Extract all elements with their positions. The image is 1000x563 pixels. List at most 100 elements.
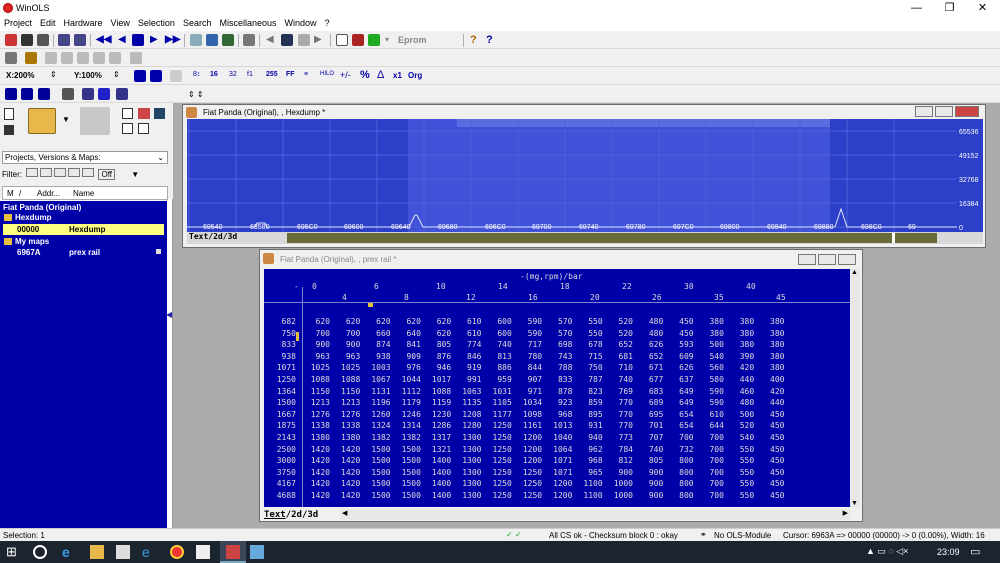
map-cell[interactable]: 787	[577, 375, 602, 384]
map-cell[interactable]: 698	[546, 340, 572, 349]
map-cell[interactable]: 844	[516, 363, 542, 372]
map-cell[interactable]: 1420	[304, 479, 330, 488]
map-cell[interactable]: 1150	[304, 387, 330, 396]
prev-icon[interactable]: ◀	[118, 34, 130, 46]
map-cell[interactable]: 959	[486, 375, 511, 384]
map-cell[interactable]: 968	[577, 456, 602, 465]
map-cell[interactable]: 677	[637, 375, 663, 384]
map-cell[interactable]: 440	[728, 375, 754, 384]
map-cell[interactable]: 769	[607, 387, 633, 396]
map-cell[interactable]: 550	[728, 468, 754, 477]
map-cell[interactable]: 707	[637, 433, 663, 442]
map-cell[interactable]: 965	[577, 468, 602, 477]
save-icon[interactable]	[4, 125, 14, 135]
map-cell[interactable]: 620	[304, 317, 330, 326]
list-icon[interactable]	[190, 34, 202, 46]
ff-label[interactable]: FF	[286, 71, 295, 78]
map-cell[interactable]: 700	[698, 491, 723, 500]
map-cell[interactable]: 480	[637, 329, 663, 338]
map-cell[interactable]: 600	[486, 317, 511, 326]
map-cell[interactable]: 620	[425, 317, 451, 326]
map-cell[interactable]: 1230	[425, 410, 451, 419]
hilo-icon[interactable]: HILO	[320, 71, 334, 77]
map-close-button[interactable]	[838, 254, 856, 265]
map-cell[interactable]: 1500	[365, 479, 390, 488]
map-cell[interactable]: 710	[607, 363, 633, 372]
map-cell[interactable]: 1300	[456, 479, 481, 488]
map-cell[interactable]: 1067	[365, 375, 390, 384]
map-cell[interactable]: 895	[577, 410, 602, 419]
map-cell[interactable]: 900	[637, 479, 663, 488]
map-cell[interactable]: 700	[698, 433, 723, 442]
map-cell[interactable]: 1500	[365, 491, 390, 500]
map-cell[interactable]: 1276	[334, 410, 360, 419]
find-icon[interactable]	[206, 34, 218, 46]
map-cell[interactable]: 1382	[365, 433, 390, 442]
windows-start-icon[interactable]: ⊞	[6, 545, 20, 559]
arrow1-icon[interactable]	[45, 52, 57, 64]
map-cell[interactable]: 1159	[425, 398, 451, 407]
map-cell[interactable]: 683	[637, 387, 663, 396]
close-button[interactable]: ✕	[966, 0, 999, 16]
map-cell[interactable]: 900	[607, 468, 633, 477]
map-cell[interactable]: 968	[546, 410, 572, 419]
map-vertical-scrollbar[interactable]: ▲ ▼	[850, 269, 860, 507]
hex-icon[interactable]: ≡	[304, 71, 308, 78]
map-cell[interactable]: 1177	[486, 410, 512, 419]
map-cell[interactable]: 1420	[334, 456, 360, 465]
scroll-up-icon[interactable]: ▲	[851, 269, 858, 276]
map-cell[interactable]: 671	[637, 363, 663, 372]
view3-icon[interactable]	[170, 70, 182, 82]
hex-tab-text[interactable]: Text	[189, 232, 208, 241]
map-cell[interactable]: 1013	[546, 421, 572, 430]
spinner-icon[interactable]: ⇕ ⇕	[188, 90, 204, 99]
tree-item-map-name[interactable]: prex rail	[69, 248, 100, 257]
forward-icon[interactable]: ▶	[314, 34, 326, 46]
map-cell[interactable]: 1098	[516, 410, 542, 419]
filter-off-toggle[interactable]: Off	[98, 169, 115, 180]
map-cell[interactable]: 1208	[456, 410, 481, 419]
map-cell[interactable]: 900	[304, 340, 330, 349]
first-icon[interactable]: ◀◀	[96, 34, 111, 46]
map-cell[interactable]: 590	[516, 317, 542, 326]
map-cell[interactable]: 963	[304, 352, 330, 361]
tree-col-m[interactable]: M	[7, 189, 14, 198]
map-cell[interactable]: 1400	[425, 456, 451, 465]
tree-item-map-addr[interactable]: 6967A	[17, 248, 41, 257]
map-cell[interactable]: 1063	[456, 387, 481, 396]
map-cell[interactable]: 846	[456, 352, 481, 361]
link-icon[interactable]	[5, 52, 17, 64]
map-cell[interactable]: 540	[698, 352, 723, 361]
map-cell[interactable]: 1131	[365, 387, 390, 396]
hex-close-button[interactable]	[955, 106, 979, 117]
map-cell[interactable]: 909	[395, 352, 420, 361]
map-cell[interactable]: 540	[728, 433, 754, 442]
map-cell[interactable]: 590	[698, 387, 723, 396]
map-cell[interactable]: 1314	[395, 421, 421, 430]
projects-select[interactable]: Projects, Versions & Maps: ⌄	[2, 151, 168, 164]
map-cell[interactable]: 919	[456, 363, 481, 372]
map-cell[interactable]: 1071	[546, 468, 572, 477]
tools-icon[interactable]	[243, 34, 255, 46]
hex-tab-2d[interactable]: 2d	[213, 232, 223, 241]
map-cell[interactable]: 788	[546, 363, 572, 372]
map-cell[interactable]: 420	[759, 387, 784, 396]
map-cell[interactable]: 593	[668, 340, 693, 349]
map-cell[interactable]: 1025	[304, 363, 330, 372]
map-cell[interactable]: 1300	[456, 491, 481, 500]
arrow4-icon[interactable]	[93, 52, 105, 64]
menu-project[interactable]: Project	[0, 16, 36, 28]
map-cell[interactable]: 750	[577, 363, 602, 372]
bits-float-icon[interactable]: f1	[247, 71, 253, 78]
map-cell[interactable]: 700	[698, 456, 723, 465]
tree-col-sort[interactable]: /	[19, 189, 21, 198]
map-cell[interactable]: 620	[334, 317, 360, 326]
arrow2-icon[interactable]	[61, 52, 73, 64]
map-cell[interactable]: 1000	[607, 491, 633, 500]
map-cell[interactable]: 689	[637, 398, 663, 407]
tree-item-project[interactable]: Fiat Panda (Original)	[3, 203, 81, 212]
map-cell[interactable]: 1250	[486, 468, 512, 477]
scroll-down-icon[interactable]: ▼	[851, 500, 858, 507]
map-cell[interactable]: 390	[728, 352, 754, 361]
map-cell[interactable]: 1071	[546, 456, 572, 465]
